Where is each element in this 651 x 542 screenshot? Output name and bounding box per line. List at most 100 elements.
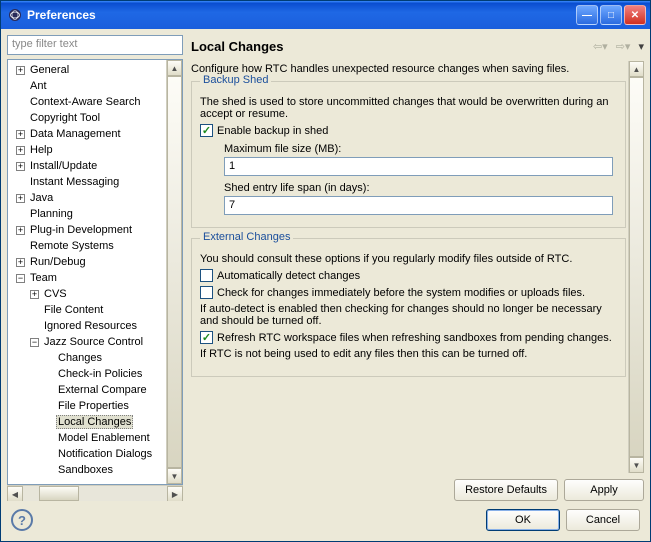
minimize-button[interactable]: — (576, 5, 598, 25)
tree-item[interactable]: +Data Management (10, 126, 166, 142)
tree-item-label: Jazz Source Control (42, 336, 145, 348)
expand-icon[interactable]: + (16, 146, 25, 155)
tree-spacer (30, 306, 39, 315)
external-description: You should consult these options if you … (200, 253, 617, 265)
auto-detect-note: If auto-detect is enabled then checking … (200, 303, 617, 327)
eclipse-icon (7, 7, 23, 23)
scroll-thumb[interactable] (39, 486, 79, 501)
check-changes-label: Check for changes immediately before the… (217, 287, 585, 299)
tree-spacer (16, 242, 25, 251)
expand-icon[interactable]: + (16, 130, 25, 139)
tree-item[interactable]: Sandboxes (10, 462, 166, 478)
tree-item[interactable]: Remote Systems (10, 238, 166, 254)
tree-item[interactable]: +Install/Update (10, 158, 166, 174)
nav-back-icon[interactable]: ⇦▾ (593, 40, 608, 53)
tree-item[interactable]: Ignored Resources (10, 318, 166, 334)
tree-spacer (16, 114, 25, 123)
tree-item[interactable]: +CVS (10, 286, 166, 302)
auto-detect-checkbox[interactable] (200, 269, 213, 282)
refresh-workspace-label: Refresh RTC workspace files when refresh… (217, 332, 612, 344)
tree-item[interactable]: Ant (10, 78, 166, 94)
tree-item[interactable]: +Help (10, 142, 166, 158)
tree-item-label: External Compare (56, 384, 149, 396)
tree-item-label: Plug-in Development (28, 224, 134, 236)
scroll-up-icon[interactable]: ▲ (167, 60, 182, 76)
tree-spacer (44, 466, 53, 475)
tree-item-label: Remote Systems (28, 240, 116, 252)
max-filesize-input[interactable]: 1 (224, 157, 613, 176)
tree-item-label: Planning (28, 208, 75, 220)
tree-item[interactable]: File Content (10, 302, 166, 318)
tree-item[interactable]: Planning (10, 206, 166, 222)
tree-spacer (30, 322, 39, 331)
content-scroll-up-icon[interactable]: ▲ (629, 61, 644, 77)
tree-item[interactable]: −Team (10, 270, 166, 286)
tree-item-label: Java (28, 192, 55, 204)
collapse-icon[interactable]: − (30, 338, 39, 347)
tree-item-label: Local Changes (56, 415, 133, 429)
scroll-left-icon[interactable]: ◀ (7, 486, 23, 501)
tree-item[interactable]: External Compare (10, 382, 166, 398)
tree-spacer (44, 386, 53, 395)
collapse-icon[interactable]: − (16, 274, 25, 283)
tree-item[interactable]: Changes (10, 350, 166, 366)
window-title: Preferences (27, 8, 574, 22)
scroll-right-icon[interactable]: ▶ (167, 486, 183, 501)
tree-item-label: Copyright Tool (28, 112, 102, 124)
external-changes-group: External Changes You should consult thes… (191, 238, 626, 377)
tree-item[interactable]: −Jazz Source Control (10, 334, 166, 350)
apply-button[interactable]: Apply (564, 479, 644, 501)
expand-icon[interactable]: + (16, 194, 25, 203)
tree-item[interactable]: Instant Messaging (10, 174, 166, 190)
tree-horizontal-scrollbar[interactable]: ◀ ▶ (7, 485, 183, 501)
content-vertical-scrollbar[interactable]: ▲ ▼ (628, 61, 644, 473)
enable-backup-checkbox[interactable] (200, 124, 213, 137)
scroll-down-icon[interactable]: ▼ (167, 468, 182, 484)
tree-item[interactable]: +Java (10, 190, 166, 206)
tree-item-label: Sandboxes (56, 464, 115, 476)
tree-item[interactable]: Notification Dialogs (10, 446, 166, 462)
ok-button[interactable]: OK (486, 509, 560, 531)
tree-item-label: Install/Update (28, 160, 99, 172)
tree-item[interactable]: Check-in Policies (10, 366, 166, 382)
tree-item[interactable]: Model Enablement (10, 430, 166, 446)
check-changes-checkbox[interactable] (200, 286, 213, 299)
expand-icon[interactable]: + (16, 226, 25, 235)
tree-item-label: Team (28, 272, 59, 284)
filter-input[interactable]: type filter text (7, 35, 183, 55)
nav-forward-icon[interactable]: ⇨▾ (616, 40, 631, 53)
tree-item-label: General (28, 64, 71, 76)
expand-icon[interactable]: + (16, 258, 25, 267)
tree-item[interactable]: Context-Aware Search (10, 94, 166, 110)
content-scroll-down-icon[interactable]: ▼ (629, 457, 644, 473)
shed-lifespan-label: Shed entry life span (in days): (224, 182, 617, 194)
tree-spacer (44, 434, 53, 443)
tree-item-label: Help (28, 144, 55, 156)
view-menu-icon[interactable]: ▾ (638, 40, 644, 53)
tree-spacer (44, 418, 53, 427)
preferences-tree[interactable]: +GeneralAntContext-Aware SearchCopyright… (8, 60, 166, 484)
tree-item[interactable]: +Run/Debug (10, 254, 166, 270)
tree-item[interactable]: +General (10, 62, 166, 78)
max-filesize-label: Maximum file size (MB): (224, 143, 617, 155)
cancel-button[interactable]: Cancel (566, 509, 640, 531)
tree-item-label: Notification Dialogs (56, 448, 154, 460)
tree-vertical-scrollbar[interactable]: ▲ ▼ (166, 60, 182, 484)
close-button[interactable]: ✕ (624, 5, 646, 25)
expand-icon[interactable]: + (30, 290, 39, 299)
tree-spacer (16, 98, 25, 107)
tree-spacer (16, 210, 25, 219)
backup-description: The shed is used to store uncommitted ch… (200, 96, 617, 120)
expand-icon[interactable]: + (16, 162, 25, 171)
restore-defaults-button[interactable]: Restore Defaults (454, 479, 558, 501)
tree-item[interactable]: Local Changes (10, 414, 166, 430)
tree-item[interactable]: File Properties (10, 398, 166, 414)
help-icon[interactable]: ? (11, 509, 33, 531)
shed-lifespan-input[interactable]: 7 (224, 196, 613, 215)
tree-item[interactable]: Copyright Tool (10, 110, 166, 126)
expand-icon[interactable]: + (16, 66, 25, 75)
tree-item-label: Instant Messaging (28, 176, 121, 188)
maximize-button[interactable]: □ (600, 5, 622, 25)
tree-item[interactable]: +Plug-in Development (10, 222, 166, 238)
refresh-workspace-checkbox[interactable] (200, 331, 213, 344)
